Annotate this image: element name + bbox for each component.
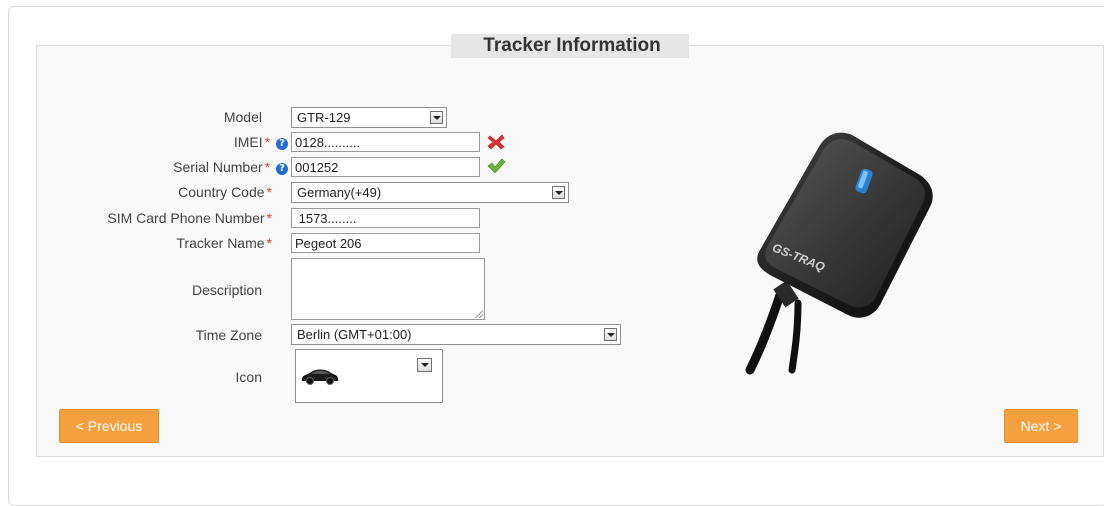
required-marker: * — [266, 210, 272, 226]
gps-tracker-device-image: GS-TRAQ — [745, 132, 933, 375]
tracker-name-input[interactable] — [291, 233, 480, 253]
description-label-text: Description — [191, 282, 262, 298]
model-select[interactable]: GTR-129 — [291, 107, 447, 128]
fieldset-legend: Tracker Information — [451, 34, 689, 58]
tracker-name-label: Tracker Name * — [0, 234, 272, 252]
required-marker: * — [266, 184, 272, 200]
required-marker: * — [264, 159, 271, 175]
invalid-x-icon — [487, 134, 505, 150]
time-zone-label: Time Zone — [0, 326, 262, 344]
help-icon[interactable]: ? — [276, 138, 288, 150]
description-textarea[interactable] — [291, 258, 485, 320]
valid-check-icon — [487, 158, 506, 174]
car-icon — [302, 369, 338, 385]
chevron-down-icon — [552, 186, 565, 199]
help-icon[interactable]: ? — [276, 163, 288, 175]
required-marker: * — [264, 134, 271, 150]
sim-phone-input[interactable] — [291, 208, 480, 228]
imei-label-text: IMEI — [233, 134, 263, 150]
serial-label-text: Serial Number — [173, 159, 263, 175]
country-code-select[interactable]: Germany(+49) — [291, 182, 569, 203]
serial-number-input[interactable] — [291, 157, 480, 177]
country-code-label: Country Code * — [0, 183, 272, 201]
required-marker: * — [266, 235, 272, 251]
country-code-label-text: Country Code — [178, 184, 265, 200]
icon-label-text: Icon — [235, 369, 262, 385]
previous-button[interactable]: < Previous — [59, 409, 159, 443]
chevron-down-icon — [417, 358, 432, 372]
sim-label-text: SIM Card Phone Number — [107, 210, 265, 226]
next-button[interactable]: Next > — [1004, 409, 1078, 443]
tracker-name-label-text: Tracker Name — [176, 235, 265, 251]
sim-label: SIM Card Phone Number * — [0, 209, 272, 227]
icon-picker[interactable] — [295, 349, 443, 403]
model-label-text: Model — [223, 109, 262, 125]
imei-input[interactable] — [291, 132, 480, 152]
imei-label: IMEI * ? — [0, 133, 288, 151]
time-zone-value: Berlin (GMT+01:00) — [297, 327, 412, 342]
country-code-value: Germany(+49) — [297, 185, 382, 200]
model-select-value: GTR-129 — [297, 110, 351, 125]
resize-grip-icon[interactable] — [475, 310, 483, 318]
model-label: Model — [0, 108, 262, 126]
icon-label: Icon — [0, 368, 262, 386]
chevron-down-icon — [430, 111, 443, 124]
serial-label: Serial Number * ? — [0, 158, 288, 176]
time-zone-select[interactable]: Berlin (GMT+01:00) — [291, 324, 621, 345]
time-zone-label-text: Time Zone — [195, 327, 262, 343]
chevron-down-icon — [604, 328, 617, 341]
description-label: Description — [0, 281, 262, 299]
